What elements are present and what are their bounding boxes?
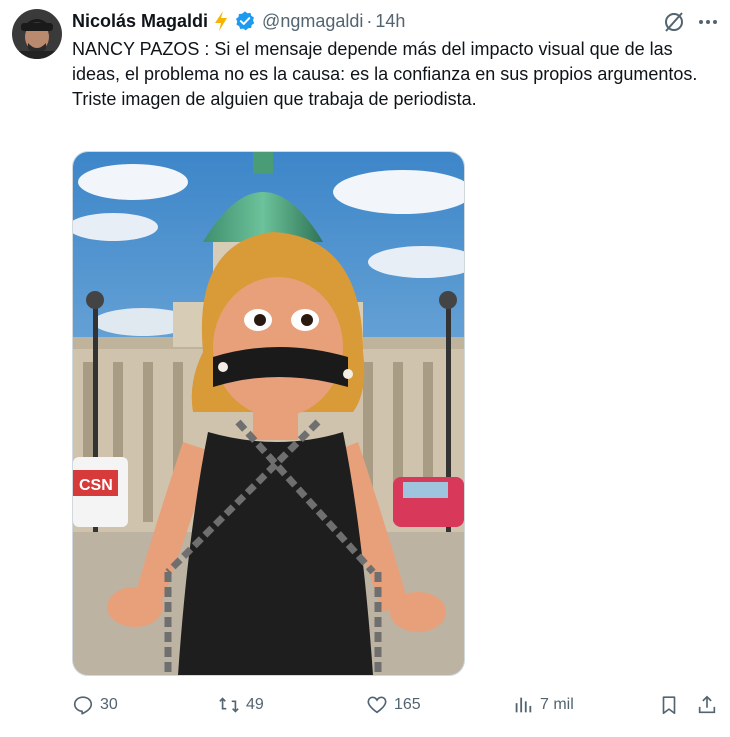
tweet[interactable]: Nicolás Magaldi @ngmagaldi · 14h NANCY P… [0, 0, 730, 737]
separator: · [366, 10, 373, 31]
repost-count: 49 [246, 696, 264, 713]
van-sign: CSN [79, 477, 113, 494]
timestamp[interactable]: 14h [375, 11, 405, 32]
action-bar: 30 49 165 7 mil [72, 690, 722, 720]
share-icon [698, 695, 716, 714]
grok-icon[interactable] [662, 10, 686, 34]
reply-icon [73, 696, 93, 715]
tweet-text-line-2: Triste imagen de alguien que trabaja de … [72, 89, 477, 109]
repost-icon [219, 697, 239, 713]
like-icon [367, 696, 387, 714]
share-button[interactable] [696, 690, 718, 720]
tweet-image[interactable]: CSN [72, 151, 465, 676]
avatar[interactable] [12, 9, 62, 59]
more-icon[interactable] [696, 10, 720, 34]
display-name[interactable]: Nicolás Magaldi [72, 11, 208, 32]
tweet-header: Nicolás Magaldi @ngmagaldi · 14h [72, 9, 405, 33]
reply-button[interactable]: 30 [72, 690, 118, 720]
tweet-text: NANCY PAZOS : Si el mensaje depende más … [72, 37, 717, 112]
bookmark-button[interactable] [658, 690, 680, 720]
reply-count: 30 [100, 696, 118, 713]
verified-badge-icon [236, 11, 255, 31]
repost-button[interactable]: 49 [218, 690, 264, 720]
tweet-text-line-1: NANCY PAZOS : Si el mensaje depende más … [72, 39, 698, 84]
like-count: 165 [394, 696, 421, 713]
views-button[interactable]: 7 mil [512, 690, 574, 720]
like-button[interactable]: 165 [366, 690, 421, 720]
views-icon [515, 697, 532, 713]
lightning-icon [215, 11, 228, 31]
view-count: 7 mil [540, 696, 574, 713]
bookmark-icon [662, 696, 676, 715]
handle[interactable]: @ngmagaldi [262, 11, 363, 32]
